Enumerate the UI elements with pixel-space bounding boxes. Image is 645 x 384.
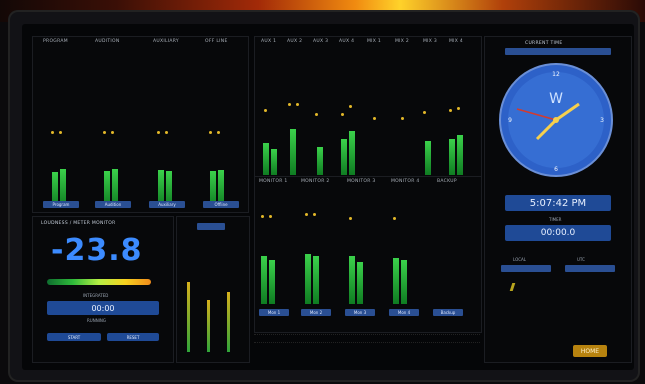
clock-top-label	[505, 48, 611, 55]
clock-title: CURRENT TIME	[525, 41, 563, 46]
loudness-timer-value: 00:00	[47, 301, 159, 315]
loudness-panel: LOUDNESS / METER MONITOR -23.8 INTEGRATE…	[32, 216, 174, 363]
aux-header-5: MIX 2	[395, 39, 410, 44]
program-label[interactable]: Program	[43, 201, 79, 208]
aux-header-3: AUX 4	[339, 39, 355, 44]
loudness-reset-button[interactable]: RESET	[107, 333, 159, 341]
program-meters-panel: PROGRAM AUDITION AUXILIARY OFF LINE Prog…	[32, 36, 249, 213]
timer-caption: TIMER	[549, 217, 562, 222]
aux1-meter	[263, 109, 281, 175]
program-header-1: AUDITION	[95, 39, 120, 44]
svg-text:12: 12	[552, 71, 560, 78]
small-meter-3	[227, 292, 230, 352]
aux-meters-panel: AUX 1 AUX 2 AUX 3 AUX 4 MIX 1 MIX 2 MIX …	[254, 36, 482, 178]
svg-text:9: 9	[508, 117, 512, 124]
aux2-meter	[288, 103, 306, 175]
monitor4-label[interactable]: Mon 4	[389, 309, 419, 316]
monitor3-meter	[349, 217, 367, 304]
monitor2-label[interactable]: Mon 2	[301, 309, 331, 316]
timer-display: 00:00.0	[505, 225, 611, 241]
loudness-timer-label: INTEGRATED	[83, 293, 109, 298]
aux-header-7: MIX 4	[449, 39, 464, 44]
aux-header-4: MIX 1	[367, 39, 382, 44]
offline-label[interactable]: Offline	[203, 201, 239, 208]
aux-header-2: AUX 3	[313, 39, 329, 44]
small-meter-1	[187, 282, 190, 352]
program-header-0: PROGRAM	[43, 39, 68, 44]
digital-time: 5:07:42 PM	[505, 195, 611, 211]
audition-label[interactable]: Audition	[95, 201, 131, 208]
program-header-3: OFF LINE	[205, 39, 228, 44]
analog-clock: W 12 3 6 9	[499, 63, 613, 177]
bottom-divider	[254, 334, 480, 335]
monitor3-label[interactable]: Mon 3	[345, 309, 375, 316]
loudness-gradient-bar	[47, 279, 151, 285]
auxiliary-label[interactable]: Auxiliary	[149, 201, 185, 208]
clock-lower-left-tab[interactable]	[501, 265, 551, 272]
monitor2-meter	[305, 213, 323, 304]
clock-lower-left-label: LOCAL	[513, 257, 526, 262]
backup-label[interactable]: Backup	[433, 309, 463, 316]
clock-lower-right-label: UTC	[577, 257, 585, 262]
clock-panel: CURRENT TIME W 12 3 6 9 5:07:42 PM TIMER…	[484, 36, 632, 363]
aux-header-0: AUX 1	[261, 39, 277, 44]
bottom-divider-2	[254, 342, 480, 343]
loudness-sub-label: RUNNING	[87, 318, 106, 323]
small-meters-panel	[176, 216, 250, 363]
monitor-header-1: MONITOR 2	[301, 179, 330, 184]
loudness-title: LOUDNESS / METER MONITOR	[41, 221, 116, 226]
monitor-header-3: MONITOR 4	[391, 179, 420, 184]
aux4-meter	[341, 105, 359, 175]
monitor-header-4: BACKUP	[437, 179, 457, 184]
monitor4-meter	[393, 217, 411, 304]
small-meter-2	[207, 300, 210, 352]
aux7-meter	[423, 111, 441, 175]
monitor1-label[interactable]: Mon 1	[259, 309, 289, 316]
clock-lower-right-tab[interactable]	[565, 265, 615, 272]
console-screen: PROGRAM AUDITION AUXILIARY OFF LINE Prog…	[22, 24, 634, 370]
aux3-meter	[315, 113, 333, 175]
monitor-meters-panel: MONITOR 1 MONITOR 2 MONITOR 3 MONITOR 4 …	[254, 176, 482, 333]
svg-text:6: 6	[554, 166, 558, 173]
status-icon	[509, 283, 524, 291]
backup-meter	[437, 249, 455, 304]
monitor-header-2: MONITOR 3	[347, 179, 376, 184]
aux5-meter	[369, 117, 387, 175]
program-header-2: AUXILIARY	[153, 39, 179, 44]
loudness-start-button[interactable]: START	[47, 333, 101, 341]
monitor1-meter	[261, 215, 279, 304]
loudness-value: -23.8	[51, 233, 143, 268]
small-meters-tab[interactable]	[197, 223, 225, 230]
home-button[interactable]: HOME	[573, 345, 607, 357]
aux-header-1: AUX 2	[287, 39, 303, 44]
aux8-meter	[449, 107, 467, 175]
clock-logo-icon: W	[549, 91, 563, 107]
svg-text:3: 3	[600, 117, 604, 124]
monitor-header-0: MONITOR 1	[259, 179, 288, 184]
aux-header-6: MIX 3	[423, 39, 438, 44]
aux6-meter	[397, 117, 415, 175]
